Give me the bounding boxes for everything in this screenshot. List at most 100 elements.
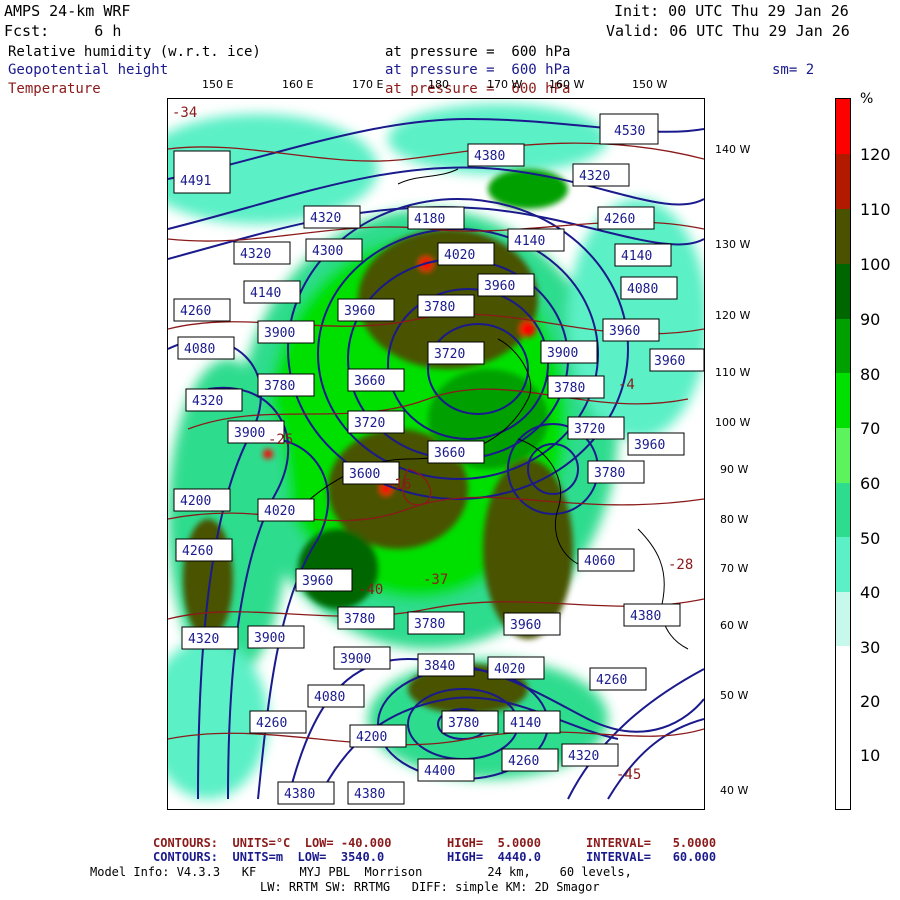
svg-text:4080: 4080	[314, 690, 345, 705]
colorbar-cell	[836, 99, 850, 154]
colorbar-label: 120	[860, 145, 891, 164]
height-label: 4020	[257, 498, 315, 522]
forecast-hour: Fcst: 6 h	[4, 22, 122, 40]
svg-text:3720: 3720	[574, 422, 605, 437]
svg-text:4020: 4020	[494, 662, 525, 677]
height-label: 4260	[173, 298, 231, 322]
svg-text:4491: 4491	[180, 174, 211, 189]
height-label: 4320	[572, 163, 630, 187]
svg-text:4380: 4380	[474, 149, 505, 164]
svg-text:3900: 3900	[254, 631, 285, 646]
colorbar-label: 30	[860, 638, 881, 657]
lon-label-right: 120 W	[715, 309, 751, 322]
field-height-level: at pressure = 600 hPa	[385, 62, 571, 78]
colorbar-label: 50	[860, 529, 881, 548]
field-height-name: Geopotential height	[8, 62, 169, 78]
height-label: 4180	[407, 206, 465, 230]
colorbar-label: 20	[860, 692, 881, 711]
height-label: 4260	[501, 748, 559, 772]
svg-text:4320: 4320	[579, 169, 610, 184]
height-label: 4260	[589, 667, 647, 691]
svg-text:3780: 3780	[414, 617, 445, 632]
svg-text:4380: 4380	[284, 787, 315, 802]
svg-text:3960: 3960	[510, 618, 541, 633]
svg-text:4140: 4140	[250, 286, 281, 301]
colorbar-label: 10	[860, 746, 881, 765]
lon-label-right: 70 W	[720, 562, 749, 575]
temp-label: -4	[618, 377, 635, 393]
svg-text:4530: 4530	[614, 124, 645, 139]
svg-text:3660: 3660	[354, 374, 385, 389]
temp-label: -34	[172, 105, 197, 121]
height-label: 4080	[307, 684, 365, 708]
smoothing-label: sm= 2	[772, 62, 815, 78]
model-title: AMPS 24-km WRF	[4, 2, 131, 20]
lon-label-right: 50 W	[720, 689, 749, 702]
height-label: 4380	[467, 143, 525, 167]
temp-label: -28	[668, 557, 693, 573]
height-label: 4140	[243, 280, 301, 304]
lon-label-right: 80 W	[720, 513, 749, 526]
height-label: 3660	[427, 440, 485, 464]
height-label: 4380	[277, 781, 335, 805]
temp-label: -37	[423, 572, 448, 588]
height-label: 4320	[233, 241, 291, 265]
colorbar-cell	[836, 264, 850, 319]
field-rh-name: Relative humidity (w.r.t. ice)	[8, 44, 261, 60]
colorbar-cell	[836, 592, 850, 646]
svg-text:3780: 3780	[264, 379, 295, 394]
height-label: 4140	[503, 710, 561, 734]
colorbar-cell	[836, 483, 850, 537]
height-label: 3780	[407, 611, 465, 635]
colorbar-cell	[836, 154, 850, 209]
lon-label-right: 60 W	[720, 619, 749, 632]
svg-text:3780: 3780	[594, 466, 625, 481]
temp-label: -45	[616, 767, 641, 783]
svg-text:4140: 4140	[514, 234, 545, 249]
init-time: Init: 00 UTC Thu 29 Jan 26	[614, 2, 849, 20]
height-label: 3960	[477, 273, 535, 297]
colorbar-label: 70	[860, 419, 881, 438]
lon-label-right: 90 W	[720, 463, 749, 476]
svg-text:4260: 4260	[604, 212, 635, 227]
height-label: 3780	[547, 375, 605, 399]
temp-label: -40	[358, 582, 383, 598]
svg-text:4200: 4200	[180, 494, 211, 509]
footer-physics-info: LW: RRTM SW: RRTMG DIFF: simple KM: 2D S…	[260, 880, 600, 894]
svg-text:3900: 3900	[264, 326, 295, 341]
height-label: 4260	[175, 538, 233, 562]
svg-text:4380: 4380	[630, 609, 661, 624]
height-label: 4491	[173, 150, 231, 194]
svg-text:3780: 3780	[424, 300, 455, 315]
colorbar-label: 60	[860, 474, 881, 493]
svg-text:4380: 4380	[354, 787, 385, 802]
lon-label-top: 170 W	[487, 78, 523, 91]
svg-text:3960: 3960	[302, 574, 333, 589]
height-label: 4260	[597, 206, 655, 230]
height-label: 3840	[417, 653, 475, 677]
temp-label: -16	[386, 477, 411, 493]
svg-text:3660: 3660	[434, 446, 465, 461]
footer-height-contours: CONTOURS: UNITS=m LOW= 3540.0	[153, 850, 385, 864]
lon-label-top: 180	[428, 78, 449, 91]
height-label: 3780	[587, 460, 645, 484]
footer-temp-high: HIGH= 5.0000	[447, 836, 541, 850]
svg-text:3900: 3900	[340, 652, 371, 667]
colorbar-cell	[836, 319, 850, 373]
svg-text:4060: 4060	[584, 554, 615, 569]
colorbar	[835, 98, 851, 810]
height-label: 3660	[347, 368, 405, 392]
svg-text:3960: 3960	[484, 279, 515, 294]
svg-text:3720: 3720	[354, 416, 385, 431]
svg-text:4260: 4260	[182, 544, 213, 559]
svg-text:4320: 4320	[310, 211, 341, 226]
temp-label: -25	[268, 432, 293, 448]
height-label: 4020	[487, 656, 545, 680]
height-label: 3780	[337, 606, 395, 630]
field-temp-name: Temperature	[8, 81, 101, 97]
height-label: 3720	[347, 410, 405, 434]
lon-label-top: 160 E	[282, 78, 314, 91]
svg-text:4080: 4080	[627, 282, 658, 297]
height-label: 4300	[305, 238, 363, 262]
height-label: 4320	[561, 743, 619, 767]
